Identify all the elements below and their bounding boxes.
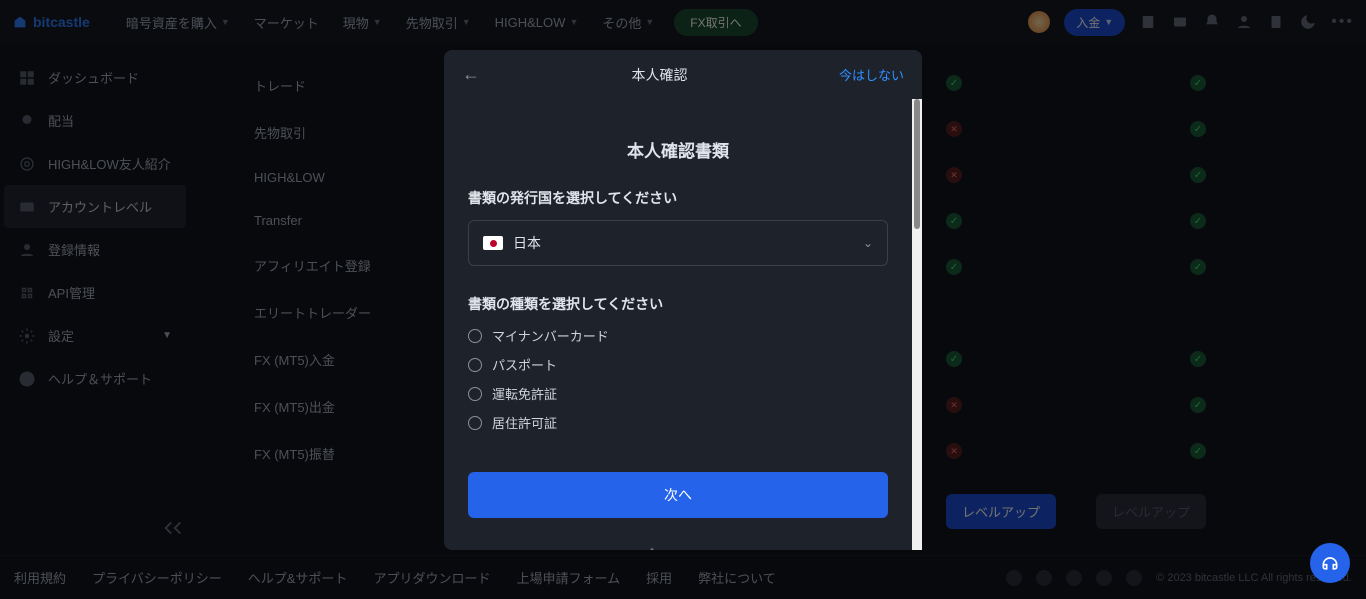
modal-title: 本人確認 bbox=[480, 65, 839, 85]
flag-jp-icon bbox=[483, 236, 503, 250]
skip-link[interactable]: 今はしない bbox=[839, 65, 904, 84]
provider-badge: sumsub bbox=[468, 546, 888, 550]
modal-scrollbar[interactable] bbox=[912, 99, 922, 550]
modal-header: ← 本人確認 今はしない bbox=[444, 50, 922, 99]
modal-body-title: 本人確認書類 bbox=[468, 137, 888, 162]
chevron-down-icon: ⌄ bbox=[863, 236, 873, 250]
modal-body: 本人確認書類 書類の発行国を選択してください 日本 ⌄ 書類の種類を選択してくだ… bbox=[444, 99, 912, 550]
back-button[interactable]: ← bbox=[462, 64, 480, 85]
radio-residence[interactable]: 居住許可証 bbox=[468, 413, 888, 432]
radio-icon bbox=[468, 416, 482, 430]
next-button[interactable]: 次へ bbox=[468, 472, 888, 518]
country-value: 日本 bbox=[513, 233, 853, 253]
kyc-modal: ← 本人確認 今はしない 本人確認書類 書類の発行国を選択してください 日本 ⌄… bbox=[444, 50, 922, 550]
radio-icon bbox=[468, 329, 482, 343]
radio-icon bbox=[468, 387, 482, 401]
radio-passport[interactable]: パスポート bbox=[468, 355, 888, 374]
radio-mynumber[interactable]: マイナンバーカード bbox=[468, 326, 888, 345]
support-fab[interactable] bbox=[1310, 543, 1350, 583]
country-select[interactable]: 日本 ⌄ bbox=[468, 220, 888, 266]
radio-icon bbox=[468, 358, 482, 372]
country-label: 書類の発行国を選択してください bbox=[468, 188, 888, 208]
radio-license[interactable]: 運転免許証 bbox=[468, 384, 888, 403]
doctype-label: 書類の種類を選択してください bbox=[468, 294, 888, 314]
scrollbar-thumb[interactable] bbox=[914, 99, 920, 229]
